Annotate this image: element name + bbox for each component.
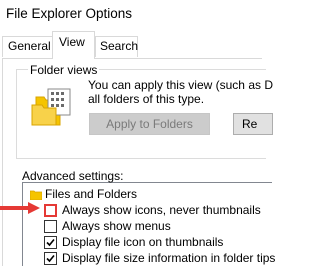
tab-search[interactable]: Search xyxy=(95,36,138,57)
display-file-icon-label[interactable]: Display file icon on thumbnails xyxy=(62,234,223,250)
always-show-icons-checkbox[interactable] xyxy=(44,204,57,217)
always-show-icons-label[interactable]: Always show icons, never thumbnails xyxy=(62,202,261,218)
always-show-menus-label[interactable]: Always show menus xyxy=(62,218,171,234)
display-file-icon-checkbox[interactable] xyxy=(44,236,57,249)
folder-views-description: You can apply this view (such as D all f… xyxy=(88,78,273,106)
tree-item-files-and-folders[interactable]: Files and Folders xyxy=(45,186,137,202)
tab-general[interactable]: General xyxy=(2,36,54,57)
folder-views-label: Folder views xyxy=(28,63,100,77)
advanced-settings-label: Advanced settings: xyxy=(22,169,124,183)
checkmark-icon xyxy=(46,254,55,263)
red-arrow-icon xyxy=(0,202,42,214)
window-title: File Explorer Options xyxy=(6,6,133,21)
checkmark-icon xyxy=(46,238,55,247)
folder-icon xyxy=(29,189,43,201)
always-show-menus-checkbox[interactable] xyxy=(44,220,57,233)
tab-view[interactable]: View xyxy=(52,31,95,59)
folder-views-description-line1: You can apply this view (such as D xyxy=(88,78,273,92)
display-file-size-label[interactable]: Display file size information in folder … xyxy=(62,250,275,266)
apply-to-folders-button[interactable]: Apply to Folders xyxy=(89,113,210,135)
reset-folders-button[interactable]: Re xyxy=(233,113,273,135)
display-file-size-checkbox[interactable] xyxy=(44,252,57,265)
folder-views-icon xyxy=(30,87,74,127)
folder-views-description-line2: all folders of this type. xyxy=(88,92,205,106)
